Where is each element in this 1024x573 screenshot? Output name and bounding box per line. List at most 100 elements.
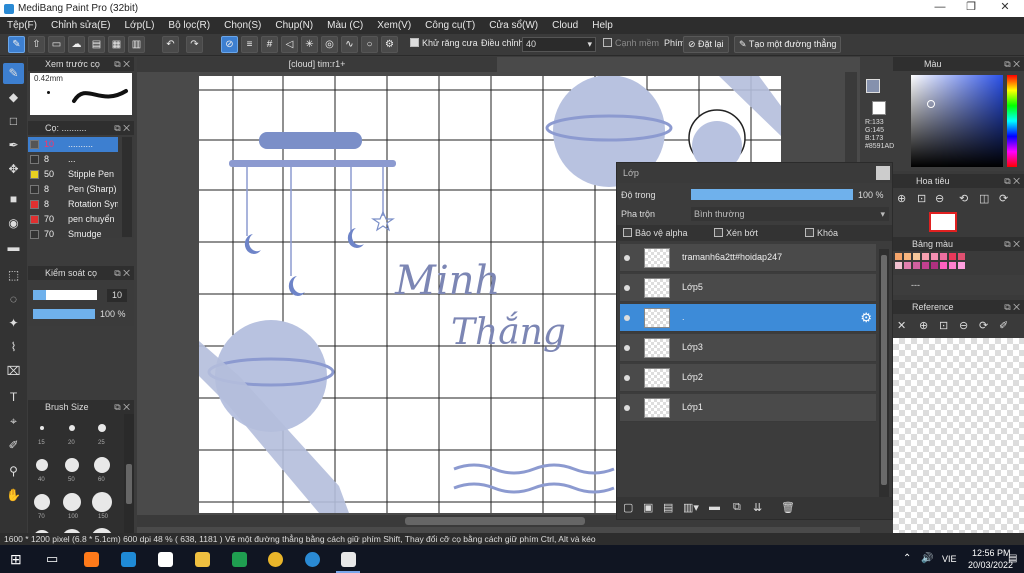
task-view-icon[interactable]: ▭ (46, 551, 58, 567)
medibang-icon[interactable] (341, 552, 356, 567)
menu-filter[interactable]: Bộ lọc(R) (161, 20, 217, 31)
layer-row[interactable]: Lớp1 (620, 394, 876, 422)
palette-swatch[interactable] (895, 253, 902, 260)
palette-swatch[interactable] (931, 253, 938, 260)
color-saturation-box[interactable] (911, 75, 1003, 167)
duplicate-layer-icon[interactable]: ⧉ (733, 501, 741, 514)
brush-list-item[interactable]: 8... (28, 152, 118, 167)
adjust-select[interactable]: 40 ▾ (522, 37, 596, 52)
brush-size-scrollbar[interactable] (124, 414, 134, 533)
snap-parallel-icon[interactable]: ≡ (241, 36, 258, 53)
color-picker-handle[interactable] (927, 100, 935, 108)
layer-settings-icon[interactable]: ⚙ (860, 310, 872, 326)
panel-close-icon[interactable]: ⧉ ✕ (114, 57, 130, 71)
layer-opacity-slider[interactable] (691, 189, 853, 200)
menu-file[interactable]: Tệp(F) (0, 20, 44, 31)
reset-button[interactable]: ⊘ Đặt lại (683, 36, 729, 53)
undo-icon[interactable]: ↶ (162, 36, 179, 53)
new-halftone-layer-icon[interactable]: ▣ (643, 501, 653, 514)
palette-swatch[interactable] (904, 262, 911, 269)
clock-time[interactable]: 12:56 PM (972, 548, 1011, 558)
background-color-swatch[interactable] (872, 101, 886, 115)
snap-perspective-icon[interactable]: ◁ (281, 36, 298, 53)
eye-icon[interactable] (624, 255, 630, 261)
snap-radial-icon[interactable]: ✳ (301, 36, 318, 53)
clock-date[interactable]: 20/03/2022 (968, 560, 1013, 570)
lock-checkbox[interactable]: Khóa (805, 228, 838, 238)
dropper-icon[interactable]: ✐ (999, 319, 1008, 332)
close-icon[interactable]: ✕ (897, 319, 906, 332)
merge-layer-icon[interactable]: ⇊ (753, 501, 762, 514)
grid-page-icon[interactable]: ▦ (108, 36, 125, 53)
rotate-reset-icon[interactable]: ◫ (979, 192, 989, 205)
zoom-in-icon[interactable]: ⊕ (919, 319, 928, 332)
blend-select[interactable]: Bình thường ▾ (691, 207, 889, 221)
windows-start-icon[interactable]: ⊞ (10, 551, 22, 568)
hand-tool-icon[interactable]: ✋ (3, 485, 24, 506)
zoom-in-icon[interactable]: ⊕ (897, 192, 906, 205)
hue-slider[interactable] (1007, 75, 1017, 167)
menu-window[interactable]: Cửa sổ(W) (482, 20, 545, 31)
soft-edge-checkbox[interactable]: Cạnh mềm (603, 38, 659, 48)
brush-list-item[interactable]: 70 Smudge (28, 227, 118, 239)
menu-tools[interactable]: Công cụ(T) (418, 20, 482, 31)
brush-list-item[interactable]: 8 Rotation Sym (28, 197, 118, 212)
eye-icon[interactable] (624, 405, 630, 411)
scroll-thumb[interactable] (126, 464, 132, 504)
fit-icon[interactable]: ⊡ (939, 319, 948, 332)
upload-icon[interactable]: ⇧ (28, 36, 45, 53)
menu-select[interactable]: Chọn(S) (217, 20, 268, 31)
maximize-button[interactable]: ❐ (956, 0, 986, 17)
snap-circle-icon[interactable]: ○ (361, 36, 378, 53)
zoom-out-icon[interactable]: ⊖ (935, 192, 944, 205)
comment-icon[interactable]: ▭ (48, 36, 65, 53)
layer-row[interactable]: Lớp2 (620, 364, 876, 392)
lasso-tool-icon[interactable]: ◌ (3, 289, 24, 310)
minimize-button[interactable]: — (925, 0, 955, 17)
navigator-thumbnail[interactable] (929, 212, 957, 232)
edge-icon[interactable] (121, 552, 136, 567)
tiles-icon[interactable]: ▥ (128, 36, 145, 53)
close-button[interactable]: ✕ (990, 0, 1020, 17)
palette-swatch[interactable] (958, 253, 965, 260)
eye-icon[interactable] (624, 315, 630, 321)
eye-icon[interactable] (624, 345, 630, 351)
panel-close-icon[interactable]: ⧉ ✕ (1004, 300, 1020, 314)
redo-icon[interactable]: ↷ (186, 36, 203, 53)
chrome-alt-icon[interactable] (305, 552, 320, 567)
new-8bit-layer-icon[interactable]: ▤ (663, 501, 673, 514)
brush-opacity-slider[interactable] (33, 309, 95, 319)
straight-line-button[interactable]: ✎ Tạo một đường thẳng (734, 36, 842, 53)
h-scroll-thumb[interactable] (405, 517, 585, 525)
page-icon[interactable]: ▤ (88, 36, 105, 53)
brush-list-scrollbar[interactable] (122, 137, 132, 237)
zoom-out-icon[interactable]: ⊖ (959, 319, 968, 332)
protect-alpha-checkbox[interactable]: Bảo vệ alpha (623, 228, 688, 238)
snap-grid-icon[interactable]: # (261, 36, 278, 53)
brush-size-dot[interactable] (94, 457, 110, 473)
gradient-tool-icon[interactable]: ▬ (3, 237, 24, 258)
brush-size-dot[interactable] (65, 458, 79, 472)
brush-size-dot[interactable] (98, 424, 106, 432)
chevron-up-icon[interactable]: ⌃ (903, 553, 911, 564)
brush-size-dot[interactable] (36, 459, 48, 471)
delete-layer-icon[interactable]: 🗑 (781, 501, 795, 514)
layer-list-scrollbar[interactable] (879, 249, 889, 497)
folder-icon[interactable]: ▬ (709, 501, 720, 513)
palette-swatch[interactable] (922, 262, 929, 269)
snap-off-icon[interactable]: ⊘ (221, 36, 238, 53)
panel-close-icon[interactable]: ⧉ ✕ (114, 266, 130, 280)
store-icon[interactable] (158, 552, 173, 567)
menu-view[interactable]: Xem(V) (370, 20, 418, 31)
palette-swatch[interactable] (913, 262, 920, 269)
document-tab[interactable]: [cloud] tim:r1+ (137, 57, 497, 72)
firefox-icon[interactable] (84, 552, 99, 567)
brush-size-dot[interactable] (69, 425, 75, 431)
language-indicator[interactable]: VIE (942, 554, 957, 564)
excel-icon[interactable] (232, 552, 247, 567)
menu-color[interactable]: Màu (C) (320, 20, 370, 31)
panel-close-icon[interactable]: ⧉ ✕ (114, 121, 130, 135)
menu-edit[interactable]: Chỉnh sửa(E) (44, 20, 118, 31)
brush-size-dot[interactable] (92, 492, 112, 512)
add-layer-dropdown-icon[interactable]: ▥▾ (683, 501, 699, 514)
